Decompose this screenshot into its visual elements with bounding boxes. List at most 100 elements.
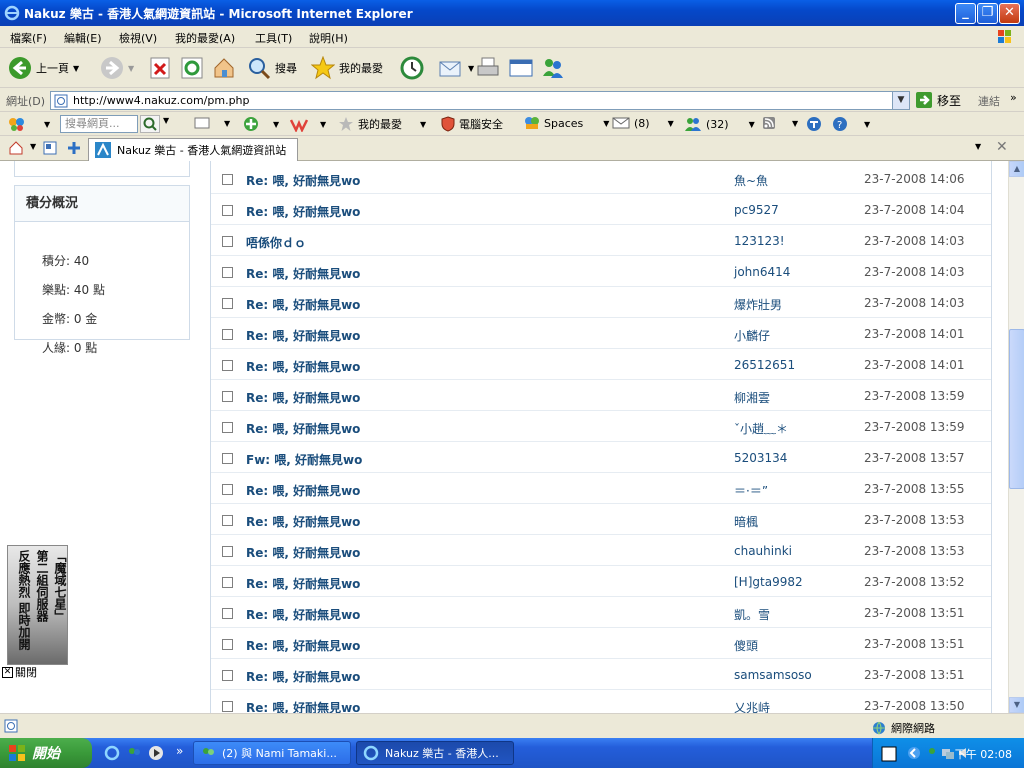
favorites-menu-button[interactable]: 我的最愛 ▼	[338, 116, 426, 132]
chevron-down-icon[interactable]: ▼	[273, 120, 279, 129]
pm-select-checkbox[interactable]	[222, 391, 233, 402]
pm-select-checkbox[interactable]	[222, 608, 233, 619]
chevron-down-icon[interactable]: ▼	[224, 119, 230, 128]
pm-sender-link[interactable]: chauhinki	[734, 544, 792, 558]
pm-sender-link[interactable]: 乂兆峙	[734, 699, 770, 713]
pm-subject-link[interactable]: Re: 喂, 好耐無見wo	[246, 513, 360, 530]
start-button[interactable]: 開始	[0, 738, 92, 768]
scroll-up-arrow-icon[interactable]: ▲	[1009, 161, 1024, 177]
menu-favorites[interactable]: 我的最愛(A)	[175, 30, 235, 46]
tray-expand-icon[interactable]	[907, 746, 921, 760]
pm-sender-link[interactable]: ＝·＝”	[734, 482, 768, 499]
pm-select-checkbox[interactable]	[222, 670, 233, 681]
taskbar-item-messenger[interactable]: (2) 與 Nami Tamaki...	[193, 741, 351, 765]
pm-select-checkbox[interactable]	[222, 236, 233, 247]
translate-button[interactable]	[806, 116, 822, 132]
pm-sender-link[interactable]: 傻頭	[734, 637, 758, 654]
pm-subject-link[interactable]: Re: 喂, 好耐無見wo	[246, 544, 360, 561]
pm-sender-link[interactable]: ˇ小趙﹏＊	[734, 420, 788, 437]
address-input[interactable]: http://www4.nakuz.com/pm.php ▼	[50, 91, 910, 110]
refresh-button[interactable]	[181, 54, 203, 82]
network-icon[interactable]	[941, 746, 955, 760]
edit-button[interactable]	[509, 54, 533, 82]
close-button[interactable]: ✕	[999, 3, 1020, 24]
pm-select-checkbox[interactable]	[222, 546, 233, 557]
mail-button[interactable]: ▼	[438, 54, 474, 82]
pm-subject-link[interactable]: Re: 喂, 好耐無見wo	[246, 575, 360, 592]
chevron-down-icon[interactable]: ▼	[468, 64, 474, 73]
pm-select-checkbox[interactable]	[222, 174, 233, 185]
print-button[interactable]	[476, 54, 500, 82]
new-tab-icon[interactable]	[66, 140, 82, 156]
chevron-down-icon[interactable]: ▼	[792, 119, 798, 128]
quick-tabs-icon[interactable]	[42, 140, 58, 156]
web-search-input[interactable]: 搜尋網頁...	[60, 115, 138, 133]
messenger-tray-icon[interactable]	[925, 746, 939, 760]
scroll-down-arrow-icon[interactable]: ▼	[1009, 697, 1024, 713]
go-button[interactable]: 移至	[915, 91, 961, 109]
pm-select-checkbox[interactable]	[222, 329, 233, 340]
pm-select-checkbox[interactable]	[222, 267, 233, 278]
add-button[interactable]: ▼	[243, 116, 279, 132]
close-tab-icon[interactable]: ✕	[996, 139, 1008, 155]
pm-sender-link[interactable]: 凱。雪	[734, 606, 770, 623]
highlight-button[interactable]: ▼	[194, 116, 230, 130]
contacts-button[interactable]: (32) ▼	[684, 116, 755, 132]
pm-subject-link[interactable]: 唔係你ｄｏ	[246, 234, 306, 251]
menu-edit[interactable]: 編輯(E)	[64, 30, 102, 46]
spaces-button[interactable]: Spaces ▼	[524, 116, 609, 130]
home-button[interactable]	[212, 54, 236, 82]
help-button[interactable]: ? ▼	[832, 116, 870, 132]
pm-sender-link[interactable]: john6414	[734, 265, 790, 279]
pm-subject-link[interactable]: Re: 喂, 好耐無見wo	[246, 327, 360, 344]
menu-tools[interactable]: 工具(T)	[255, 30, 292, 46]
favorites-button[interactable]: 我的最愛	[311, 54, 383, 82]
pm-sender-link[interactable]: 26512651	[734, 358, 795, 372]
pm-subject-link[interactable]: Re: 喂, 好耐無見wo	[246, 699, 360, 713]
home-icon[interactable]	[8, 140, 24, 156]
pm-select-checkbox[interactable]	[222, 577, 233, 588]
pm-subject-link[interactable]: Re: 喂, 好耐無見wo	[246, 203, 360, 220]
forward-button[interactable]: ▼	[100, 54, 134, 82]
chevron-down-icon[interactable]: ▼	[128, 64, 134, 73]
links-label[interactable]: 連結	[978, 93, 1000, 109]
pm-select-checkbox[interactable]	[222, 453, 233, 464]
chevron-down-icon[interactable]: ▼	[73, 64, 79, 73]
pm-subject-link[interactable]: Re: 喂, 好耐無見wo	[246, 606, 360, 623]
pc-security-button[interactable]: 電腦安全	[441, 116, 503, 132]
menu-file[interactable]: 檔案(F)	[10, 30, 47, 46]
tab-list-chevron-icon[interactable]: ▼	[975, 142, 981, 151]
pm-sender-link[interactable]: [H]gta9982	[734, 575, 803, 589]
chevron-right-icon[interactable]: »	[1010, 91, 1017, 104]
pm-sender-link[interactable]: pc9527	[734, 203, 779, 217]
minimize-button[interactable]: _	[955, 3, 976, 24]
back-button[interactable]: 上一頁 ▼	[8, 54, 79, 82]
messenger-button[interactable]	[541, 54, 565, 82]
pm-select-checkbox[interactable]	[222, 360, 233, 371]
restore-button[interactable]: ❐	[977, 3, 998, 24]
scroll-thumb[interactable]	[1009, 329, 1024, 489]
pm-subject-link[interactable]: Re: 喂, 好耐無見wo	[246, 637, 360, 654]
taskbar-item-ie[interactable]: Nakuz 樂古 - 香港人...	[356, 741, 514, 765]
pm-subject-link[interactable]: Re: 喂, 好耐無見wo	[246, 389, 360, 406]
vertical-scrollbar[interactable]: ▲ ▼	[1008, 161, 1024, 713]
pm-subject-link[interactable]: Re: 喂, 好耐無見wo	[246, 668, 360, 685]
pm-subject-link[interactable]: Re: 喂, 好耐無見wo	[246, 482, 360, 499]
pm-select-checkbox[interactable]	[222, 422, 233, 433]
pm-sender-link[interactable]: 暗楓	[734, 513, 758, 530]
chevron-down-icon[interactable]: ▼	[668, 119, 674, 128]
menu-view[interactable]: 檢視(V)	[119, 30, 157, 46]
pm-subject-link[interactable]: Re: 喂, 好耐無見wo	[246, 265, 360, 282]
pm-select-checkbox[interactable]	[222, 515, 233, 526]
pm-select-checkbox[interactable]	[222, 701, 233, 712]
chevron-down-icon[interactable]: ▼	[603, 119, 609, 128]
ie-quicklaunch-icon[interactable]	[104, 745, 120, 761]
chevron-right-icon[interactable]: »	[176, 744, 183, 758]
chevron-down-icon[interactable]: ▼	[320, 120, 326, 129]
ime-icon[interactable]	[881, 746, 897, 762]
menu-help[interactable]: 說明(H)	[309, 30, 348, 46]
chevron-down-icon[interactable]: ▼	[163, 116, 169, 125]
chevron-down-icon[interactable]: ▼	[30, 142, 36, 151]
history-button[interactable]	[400, 54, 424, 82]
pm-select-checkbox[interactable]	[222, 484, 233, 495]
